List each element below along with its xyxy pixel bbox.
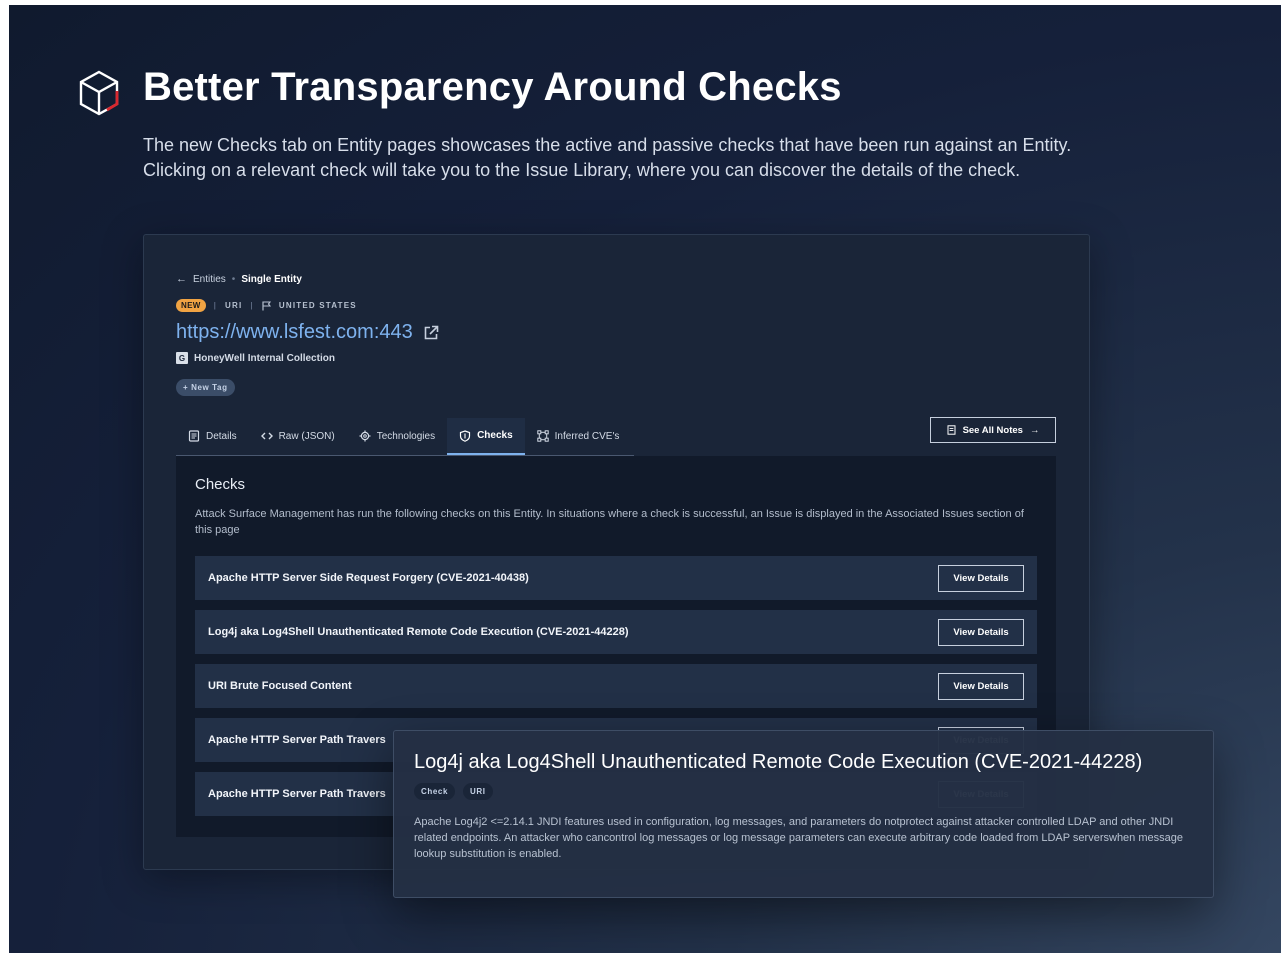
entity-url-row: https://www.lsfest.com:443: [176, 321, 439, 344]
document-icon: [188, 430, 200, 442]
view-details-button[interactable]: View Details: [938, 672, 1024, 700]
check-name: Apache HTTP Server Path Travers: [208, 788, 386, 800]
tab-label: Technologies: [376, 430, 436, 442]
arrow-right-icon: →: [1029, 424, 1040, 436]
tab-label: Raw (JSON): [278, 430, 335, 442]
see-all-notes-button[interactable]: See All Notes →: [930, 417, 1056, 443]
new-badge: NEW: [176, 299, 206, 312]
popover-title: Log4j aka Log4Shell Unauthenticated Remo…: [414, 751, 1143, 773]
arrow-left-icon[interactable]: ←: [176, 273, 187, 285]
cog-icon: [359, 430, 371, 442]
check-chip: Check: [414, 783, 456, 800]
collection-row: G HoneyWell Internal Collection: [176, 352, 335, 364]
breadcrumb-current: Single Entity: [241, 273, 302, 285]
shield-icon: [459, 429, 471, 442]
popover-chips: Check URI: [414, 783, 493, 800]
entity-url-link[interactable]: https://www.lsfest.com:443: [176, 321, 413, 344]
check-name: Log4j aka Log4Shell Unauthenticated Remo…: [208, 626, 629, 638]
collection-name[interactable]: HoneyWell Internal Collection: [194, 353, 335, 364]
hero-description: The new Checks tab on Entity pages showc…: [143, 135, 1072, 180]
uri-chip: URI: [463, 783, 493, 800]
see-all-notes-label: See All Notes: [962, 424, 1023, 436]
tab-technologies[interactable]: Technologies: [347, 418, 447, 454]
check-name: URI Brute Focused Content: [208, 680, 352, 692]
new-tag-button[interactable]: + New Tag: [176, 379, 235, 396]
external-link-icon[interactable]: [423, 325, 439, 341]
check-name: Apache HTTP Server Path Travers: [208, 734, 386, 746]
entity-country: UNITED STATES: [278, 301, 357, 310]
tab-inferred-cves[interactable]: Inferred CVE's: [525, 418, 632, 454]
tab-label: Checks: [477, 430, 513, 441]
hero-title: Better Transparency Around Checks: [143, 65, 842, 109]
check-detail-popover: Log4j aka Log4Shell Unauthenticated Remo…: [393, 730, 1214, 898]
popover-description: Apache Log4j2 <=2.14.1 JNDI features use…: [414, 816, 1183, 860]
tab-label: Details: [206, 430, 237, 442]
collection-avatar: G: [176, 352, 188, 364]
view-details-button[interactable]: View Details: [938, 618, 1024, 646]
flag-icon: [262, 300, 271, 310]
check-row[interactable]: URI Brute Focused Content View Details: [195, 664, 1037, 708]
breadcrumb-separator: •: [231, 273, 236, 285]
entity-meta-row: NEW | URI | UNITED STATES: [176, 299, 357, 312]
code-icon: [260, 432, 273, 440]
view-details-button[interactable]: View Details: [938, 564, 1024, 592]
notes-icon: [947, 425, 956, 435]
breadcrumb-entities-link[interactable]: Entities: [193, 274, 226, 285]
checks-title: Checks: [195, 476, 246, 493]
meta-divider: |: [250, 301, 254, 310]
checks-description: Attack Surface Management has run the fo…: [195, 508, 1024, 536]
tab-raw-json[interactable]: Raw (JSON): [249, 418, 347, 454]
entity-type: URI: [225, 301, 243, 310]
network-icon: [536, 430, 549, 442]
check-name: Apache HTTP Server Side Request Forgery …: [208, 572, 529, 584]
entity-tabs: Details Raw (JSON) Technologies Checks I…: [176, 418, 634, 456]
tab-label: Inferred CVE's: [554, 430, 620, 442]
check-row[interactable]: Apache HTTP Server Side Request Forgery …: [195, 556, 1037, 600]
tab-checks[interactable]: Checks: [447, 418, 525, 455]
cube-logo-icon: [79, 70, 119, 116]
check-row[interactable]: Log4j aka Log4Shell Unauthenticated Remo…: [195, 610, 1037, 654]
slide-background: Better Transparency Around Checks The ne…: [9, 5, 1281, 953]
breadcrumb: ← Entities • Single Entity: [176, 273, 302, 285]
tab-details[interactable]: Details: [176, 418, 249, 454]
meta-divider: |: [213, 301, 218, 310]
